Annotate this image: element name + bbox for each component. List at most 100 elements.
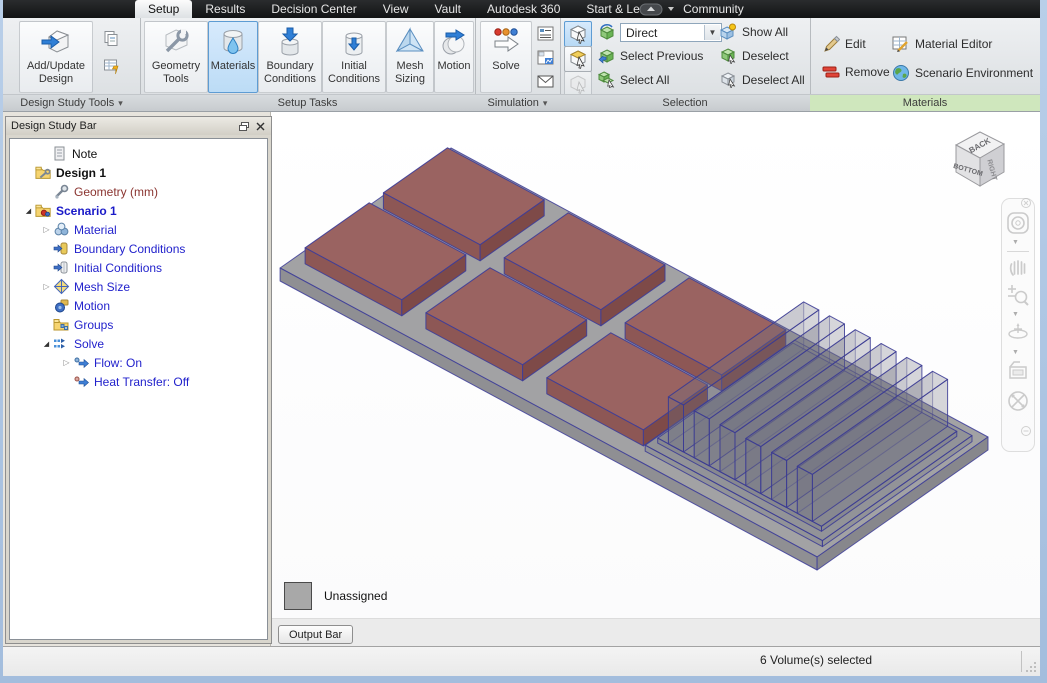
expander[interactable] [40,225,53,234]
tab-results[interactable]: Results [192,0,258,18]
button-label: Design [27,73,85,86]
material-editor-button[interactable]: Material Editor [892,35,992,53]
pan-hand-icon[interactable] [1006,255,1030,279]
tab-view[interactable]: View [370,0,422,18]
selection-method-dropdown[interactable]: Direct ▼ [620,23,722,42]
materials-button[interactable]: Materials [208,21,258,93]
email-notification-button[interactable] [533,69,557,93]
material-editor-icon [892,35,910,53]
select-volumes-mode-button[interactable] [564,21,592,47]
tree-item-mesh-size[interactable]: Mesh Size [10,277,267,296]
zoom-icon[interactable] [1006,283,1030,307]
tree-item-groups[interactable]: Groups [10,315,267,334]
select-all-button[interactable]: Select All [598,71,669,88]
sync-menu[interactable] [639,2,685,16]
remove-button[interactable]: Remove [822,64,890,80]
expander[interactable] [40,339,53,348]
rewind-icon[interactable] [1006,359,1030,383]
motion-icon [438,26,470,58]
float-panel-button[interactable] [236,119,251,133]
show-all-button[interactable]: Show All [720,23,788,40]
boundary-conditions-button[interactable]: Boundary Conditions [258,21,322,93]
material-legend: Unassigned [284,582,387,610]
navbar-close-icon[interactable] [1020,197,1032,209]
orbit-icon[interactable] [1006,321,1030,345]
initial-conditions-icon [338,26,370,58]
button-label: Conditions [328,73,380,86]
edit-button[interactable]: Edit [822,35,866,53]
geometry-tools-button[interactable]: Geometry Tools [144,21,208,93]
tab-setup[interactable]: Setup [135,0,192,18]
tree-item-heat-transfer[interactable]: Heat Transfer: Off [10,372,267,391]
solve-button[interactable]: Solve [480,21,532,93]
navbar-minimize-icon[interactable] [1020,425,1032,437]
group-simulation: Solve [475,18,561,111]
update-table-icon [103,58,120,75]
tree-item-flow[interactable]: Flow: On [10,353,267,372]
3d-viewport[interactable]: BACK BOTTOM RIGHT ▼ [270,112,1040,618]
expander[interactable] [22,206,35,215]
tree-item-geometry[interactable]: Geometry (mm) [10,182,267,201]
tree-item-note[interactable]: Note [10,144,267,163]
update-results-button[interactable] [99,54,123,78]
expander[interactable] [40,282,53,291]
select-volume-icon [568,24,588,44]
navbar-dropdown-caret[interactable]: ▼ [1012,349,1019,356]
tree-label: Initial Conditions [74,261,162,275]
initial-conditions-button[interactable]: Initial Conditions [322,21,386,93]
selection-status-text: 6 Volume(s) selected [601,647,1031,676]
deselect-all-button[interactable]: Deselect All [720,71,805,88]
tree-item-initial-conditions[interactable]: Initial Conditions [10,258,267,277]
deselect-button[interactable]: Deselect [720,47,789,64]
scenario-environment-button[interactable]: Scenario Environment [892,64,1033,82]
item-label: Deselect All [742,73,805,87]
convergence-plot-button[interactable] [533,45,557,69]
direct-select-icon [598,23,616,41]
item-label: Select Previous [620,49,703,63]
float-panel-icon [239,122,249,131]
item-label: Edit [845,37,866,51]
flow-icon [73,354,90,371]
navbar-dropdown-caret[interactable]: ▼ [1012,311,1019,318]
sync-icon [639,3,663,16]
full-navigation-wheel-icon[interactable] [1006,389,1030,413]
group-label-simulation[interactable]: Simulation [475,94,560,111]
mesh-sizing-button[interactable]: Mesh Sizing [386,21,434,93]
tree-item-boundary-conditions[interactable]: Boundary Conditions [10,239,267,258]
steering-wheels-icon[interactable] [1006,211,1030,235]
tab-vault[interactable]: Vault [422,0,474,18]
button-label: Conditions [264,73,316,86]
tree-label: Design 1 [56,166,106,180]
solution-monitor-button[interactable] [533,21,557,45]
motion-button[interactable]: Motion [434,21,474,93]
expander[interactable] [60,358,73,367]
select-surfaces-mode-button[interactable] [564,46,592,72]
tree-item-scenario-1[interactable]: Scenario 1 [10,201,267,220]
tab-decision-center[interactable]: Decision Center [258,0,369,18]
tree-item-solve[interactable]: Solve [10,334,267,353]
boundary-conditions-icon [274,26,306,58]
group-label-design-study-tools[interactable]: Design Study Tools [3,94,140,111]
tab-autodesk-360[interactable]: Autodesk 360 [474,0,573,18]
add-update-design-button[interactable]: Add/Update Design [19,21,93,93]
navbar-dropdown-caret[interactable]: ▼ [1012,239,1019,246]
select-previous-button[interactable]: Select Previous [598,47,703,64]
clone-design-button[interactable] [99,26,123,50]
resize-grip[interactable] [1025,661,1037,673]
button-label: Sizing [395,73,425,86]
group-materials: Edit Remove [810,18,1040,111]
close-panel-button[interactable] [253,119,268,133]
tree-item-motion[interactable]: Motion [10,296,267,315]
solve-tree-icon [53,335,70,352]
item-label: Scenario Environment [915,66,1033,80]
design-study-bar-titlebar[interactable]: Design Study Bar [6,117,271,135]
material-icon [53,221,70,238]
tree-item-design-1[interactable]: Design 1 [10,163,267,182]
output-bar-button[interactable]: Output Bar [278,625,353,644]
tree-item-material[interactable]: Material [10,220,267,239]
group-label-materials: Materials [810,94,1040,111]
3d-model-canvas[interactable] [271,112,1041,618]
clone-design-icon [103,30,120,47]
view-cube[interactable]: BACK BOTTOM RIGHT [946,120,1018,200]
divider [1007,251,1029,252]
